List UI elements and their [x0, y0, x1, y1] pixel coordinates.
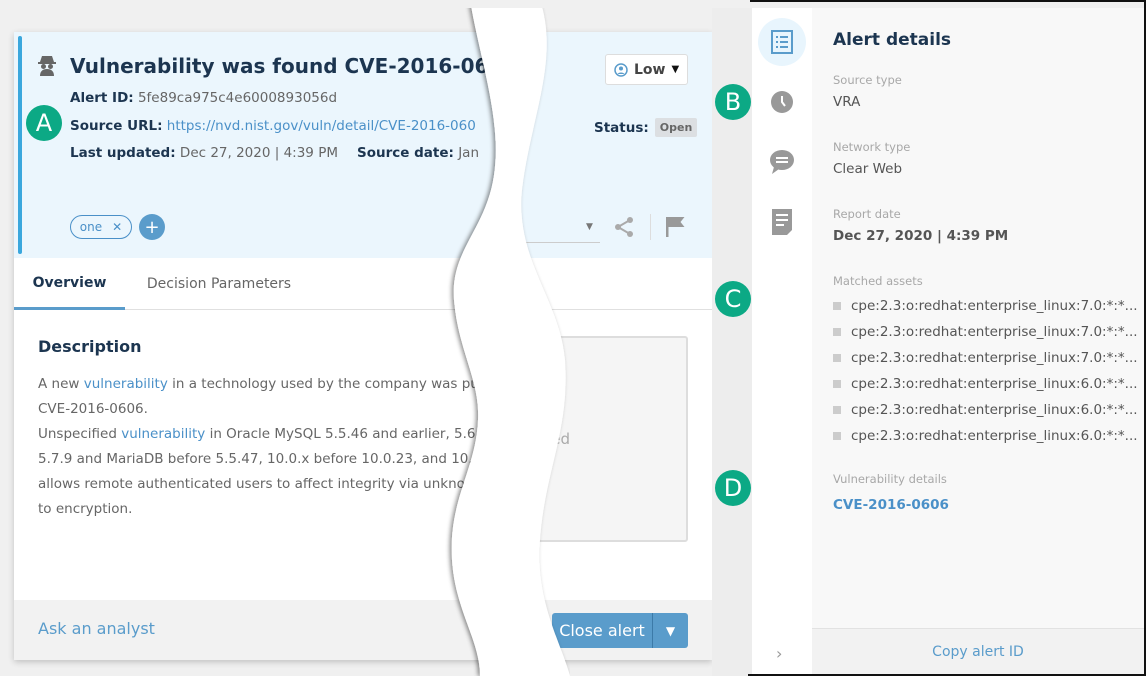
user-circle-icon	[614, 62, 628, 77]
report-date-value: Dec 27, 2020 | 4:39 PM	[833, 228, 1009, 244]
source-type-label: Source type	[833, 73, 902, 87]
alert-id-value: 5fe89ca975c4e6000893056d	[137, 90, 338, 106]
text: allows remote authenticated users to aff…	[38, 476, 485, 492]
matched-asset-text: cpe:2.3:o:redhat:enterprise_linux:6.0:*:…	[851, 376, 1138, 392]
ask-analyst-link[interactable]: Ask an analyst	[38, 619, 155, 638]
alert-id-row: Alert ID: 5fe89ca975c4e6000893056d	[70, 90, 337, 106]
description-line: allows remote authenticated users to aff…	[38, 472, 498, 497]
cve-link[interactable]: CVE-2016-0606	[833, 497, 949, 513]
last-updated-value: Dec 27, 2020 | 4:39 PM	[179, 145, 338, 161]
torn-edge-gap	[451, 0, 570, 676]
status-badge: Open	[654, 118, 698, 137]
bullet-icon	[833, 406, 841, 414]
source-url-row: Source URL: https://nvd.nist.gov/vuln/de…	[70, 118, 476, 134]
last-updated-label: Last updated:	[70, 145, 176, 161]
chevron-down-icon[interactable]: ▼	[653, 624, 688, 638]
source-url-label: Source URL:	[70, 118, 163, 134]
list-details-icon[interactable]	[758, 18, 806, 66]
status-label: Status:	[594, 119, 649, 136]
matched-assets-list: cpe:2.3:o:redhat:enterprise_linux:7.0:*:…	[833, 293, 1138, 449]
description-line: to encryption.	[38, 497, 498, 522]
matched-asset-item: cpe:2.3:o:redhat:enterprise_linux:7.0:*:…	[833, 345, 1138, 371]
tab-overview[interactable]: Overview	[14, 258, 125, 310]
matched-asset-text: cpe:2.3:o:redhat:enterprise_linux:6.0:*:…	[851, 428, 1138, 444]
source-url-link[interactable]: https://nvd.nist.gov/vuln/detail/CVE-201…	[167, 118, 476, 134]
description-line: CVE-2016-0606.	[38, 397, 498, 422]
details-title: Alert details	[833, 30, 952, 50]
flag-icon[interactable]	[665, 216, 685, 238]
matched-asset-item: cpe:2.3:o:redhat:enterprise_linux:6.0:*:…	[833, 371, 1138, 397]
clock-icon[interactable]	[760, 80, 804, 124]
network-type-value: Clear Web	[833, 161, 903, 177]
status-row: Status: Open	[594, 118, 698, 137]
alert-card: Vulnerability was found CVE-2016-0606 Al…	[14, 32, 712, 660]
text: CVE-2016-0606.	[38, 401, 148, 417]
spy-icon	[38, 56, 56, 76]
bullet-icon	[833, 432, 841, 440]
callout-a: A	[26, 105, 62, 141]
description-line: A new vulnerability in a technology used…	[38, 372, 511, 397]
matched-asset-item: cpe:2.3:o:redhat:enterprise_linux:6.0:*:…	[833, 397, 1138, 423]
share-icon[interactable]	[612, 215, 636, 239]
description-line: 5.7.9 and MariaDB before 5.5.47, 10.0.x …	[38, 447, 498, 472]
background	[0, 0, 750, 8]
comment-icon[interactable]	[760, 140, 804, 184]
text: Unspecified	[38, 426, 122, 442]
matched-assets-label: Matched assets	[833, 274, 923, 288]
report-date-label: Report date	[833, 207, 901, 221]
network-type-label: Network type	[833, 140, 911, 154]
source-type-value: VRA	[833, 94, 861, 110]
copy-alert-id-button[interactable]: Copy alert ID	[812, 628, 1144, 674]
text: 5.7.9 and MariaDB before 5.5.47, 10.0.x …	[38, 451, 486, 467]
vulnerability-link[interactable]: vulnerability	[84, 376, 168, 392]
matched-asset-item: cpe:2.3:o:redhat:enterprise_linux:7.0:*:…	[833, 293, 1138, 319]
bullet-icon	[833, 380, 841, 388]
severity-dropdown[interactable]: Low ▼	[605, 54, 688, 85]
accent-bar	[18, 36, 22, 254]
matched-asset-text: cpe:2.3:o:redhat:enterprise_linux:7.0:*:…	[851, 324, 1138, 340]
matched-asset-text: cpe:2.3:o:redhat:enterprise_linux:6.0:*:…	[851, 402, 1138, 418]
close-alert-button[interactable]: Close alert ▼	[552, 613, 688, 648]
tag-chip[interactable]: one ✕	[70, 215, 132, 239]
document-icon[interactable]	[760, 200, 804, 244]
remove-tag-icon[interactable]: ✕	[112, 220, 122, 234]
caret-down-icon: ▼	[586, 222, 593, 232]
text: to encryption.	[38, 501, 133, 517]
divider	[650, 214, 651, 240]
severity-value: Low	[634, 61, 666, 78]
callout-b: B	[715, 84, 751, 120]
alert-details-panel: Alert details Source type VRA Network ty…	[812, 8, 1144, 674]
caret-down-icon: ▼	[671, 64, 680, 75]
tag-label: one	[79, 220, 103, 234]
card-footer: Ask an analyst Close alert ▼	[14, 600, 712, 660]
tab-bar: Overview Decision Parameters	[14, 258, 712, 310]
alert-id-label: Alert ID:	[70, 90, 134, 106]
description-line: Unspecified vulnerability in Oracle MySQ…	[38, 422, 498, 447]
callout-d: D	[715, 470, 751, 506]
matched-asset-text: cpe:2.3:o:redhat:enterprise_linux:7.0:*:…	[851, 298, 1138, 314]
expand-panel-icon[interactable]: ›	[776, 644, 782, 663]
description-heading: Description	[38, 337, 142, 356]
matched-asset-item: cpe:2.3:o:redhat:enterprise_linux:6.0:*:…	[833, 423, 1138, 449]
callout-c: C	[715, 281, 751, 317]
alert-header: Vulnerability was found CVE-2016-0606 Al…	[14, 32, 712, 258]
bullet-icon	[833, 328, 841, 336]
vulnerability-details-label: Vulnerability details	[833, 472, 947, 486]
matched-asset-item: cpe:2.3:o:redhat:enterprise_linux:7.0:*:…	[833, 319, 1138, 345]
last-updated-row: Last updated: Dec 27, 2020 | 4:39 PM	[70, 145, 338, 161]
tab-decision-parameters[interactable]: Decision Parameters	[134, 258, 304, 310]
bullet-icon	[833, 354, 841, 362]
text: A new	[38, 376, 84, 392]
matched-asset-text: cpe:2.3:o:redhat:enterprise_linux:7.0:*:…	[851, 350, 1138, 366]
description-text: A new vulnerability in a technology used…	[38, 372, 511, 522]
bullet-icon	[833, 302, 841, 310]
details-icon-rail	[752, 8, 812, 676]
add-tag-button[interactable]: +	[139, 214, 165, 240]
vulnerability-link[interactable]: vulnerability	[121, 426, 205, 442]
